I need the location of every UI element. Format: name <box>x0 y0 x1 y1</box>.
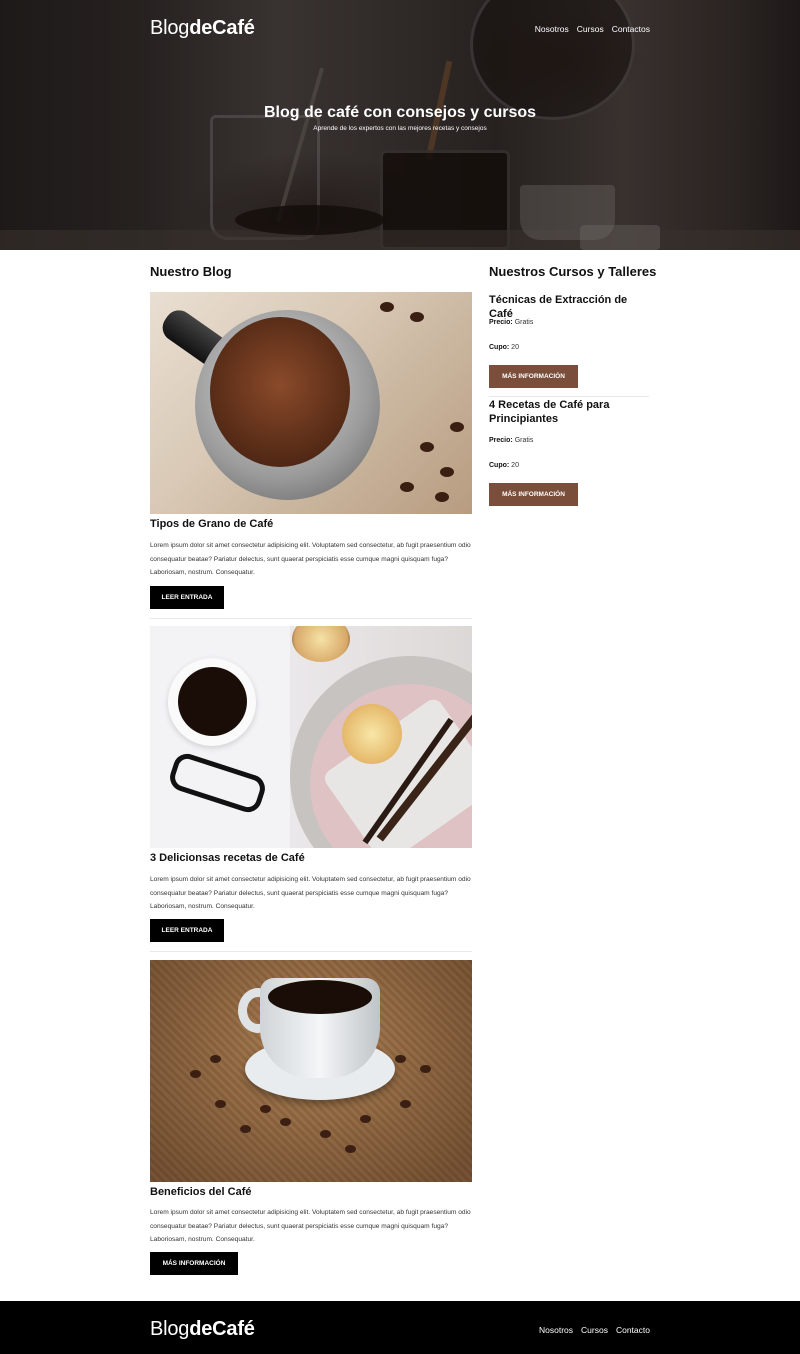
seats-label: Cupo: <box>489 344 510 351</box>
post-excerpt: Lorem ipsum dolor sit amet consectetur a… <box>150 1209 471 1243</box>
course-more-info-button[interactable]: MÁS INFORMACIÓN <box>489 365 578 388</box>
course-seats: Cupo: 20 <box>489 462 519 469</box>
course-price: Precio: Gratis <box>489 319 533 326</box>
price-label: Precio: <box>489 437 513 444</box>
course-more-info-button[interactable]: MÁS INFORMACIÓN <box>489 483 578 506</box>
read-post-button[interactable]: Leer Entrada <box>150 919 224 942</box>
hero-banner: BlogdeCafé Nosotros Cursos Contactos Blo… <box>0 0 800 250</box>
cupcake-top <box>292 626 350 662</box>
footer-logo[interactable]: BlogdeCafé <box>150 1318 255 1341</box>
main-nav: Nosotros Cursos Contactos <box>535 24 650 34</box>
coffee-bean <box>280 1118 291 1126</box>
coffee-bean <box>360 1115 371 1123</box>
course-seats: Cupo: 20 <box>489 344 519 351</box>
coffee-bean <box>210 1055 221 1063</box>
logo-light-text: Blog <box>150 17 190 39</box>
course-title: Técnicas de Extracción de Café <box>489 294 628 320</box>
post-title[interactable]: 3 Delicionsas recetas de Café <box>150 852 305 864</box>
coffee-grounds <box>210 317 350 467</box>
course-price: Precio: Gratis <box>489 437 533 444</box>
price-value: Gratis <box>514 319 534 326</box>
logo-light-text: Blog <box>150 1318 190 1340</box>
coffee-bean <box>190 1070 201 1078</box>
cupcake <box>342 704 402 764</box>
coffee-bean <box>240 1125 251 1133</box>
seats-value: 20 <box>511 344 519 351</box>
hero-title: Blog de café con consejos y cursos <box>263 104 537 121</box>
coffee-bean <box>440 467 454 477</box>
nav-link-cursos[interactable]: Cursos <box>577 24 604 34</box>
coffee-bean <box>400 482 414 492</box>
logo-bold-text: deCafé <box>189 1318 255 1340</box>
post-excerpt: Lorem ipsum dolor sit amet consectetur a… <box>150 876 471 910</box>
footer-nav: Nosotros Cursos Contacto <box>539 1325 650 1335</box>
coffee-bean <box>320 1130 331 1138</box>
nav-link-contactos[interactable]: Contactos <box>612 24 650 34</box>
site-logo[interactable]: BlogdeCafé <box>150 17 255 40</box>
post-image-coffee-grounds[interactable] <box>150 292 472 514</box>
post-title[interactable]: Beneficios del Café <box>150 1186 251 1198</box>
blog-heading: Nuestro Blog <box>150 264 232 279</box>
portafilter-handle <box>467 292 472 383</box>
coffee-bean <box>410 312 424 322</box>
nav-link-nosotros[interactable]: Nosotros <box>535 24 569 34</box>
price-value: Gratis <box>514 437 534 444</box>
footer-link-contacto[interactable]: Contacto <box>616 1325 650 1335</box>
seats-label: Cupo: <box>489 462 510 469</box>
coffee-bean <box>345 1145 356 1153</box>
coffee-bean <box>400 1100 411 1108</box>
logo-bold-text: deCafé <box>189 17 255 39</box>
course-title: 4 Recetas de Café para Principiantes <box>489 399 610 425</box>
coffee-bean <box>380 302 394 312</box>
seats-value: 20 <box>511 462 519 469</box>
post-image-coffee-burlap[interactable] <box>150 960 472 1182</box>
coffee-bean <box>215 1100 226 1108</box>
post-excerpt: Lorem ipsum dolor sit amet consectetur a… <box>150 542 471 576</box>
post-image-coffee-cupcake[interactable] <box>150 626 472 848</box>
price-label: Precio: <box>489 319 513 326</box>
coffee-bean <box>395 1055 406 1063</box>
coffee-bean <box>420 1065 431 1073</box>
post-divider <box>150 618 472 619</box>
coffee-bean <box>435 492 449 502</box>
course-divider <box>489 396 649 397</box>
post-title[interactable]: Tipos de Grano de Café <box>150 518 273 530</box>
footer-link-nosotros[interactable]: Nosotros <box>539 1325 573 1335</box>
courses-heading: Nuestros Cursos y Talleres <box>489 264 657 279</box>
coffee <box>178 667 247 736</box>
coffee <box>268 980 372 1014</box>
post-divider <box>150 951 472 952</box>
more-info-button[interactable]: Más Información <box>150 1252 238 1275</box>
coffee-bean <box>450 422 464 432</box>
coffee-bean <box>260 1105 271 1113</box>
hero-subtitle: Aprende de los expertos con las mejores … <box>313 125 487 132</box>
footer-link-cursos[interactable]: Cursos <box>581 1325 608 1335</box>
coffee-bean <box>420 442 434 452</box>
read-post-button[interactable]: Leer Entrada <box>150 586 224 609</box>
site-footer: BlogdeCafé Nosotros Cursos Contacto <box>0 1301 800 1354</box>
